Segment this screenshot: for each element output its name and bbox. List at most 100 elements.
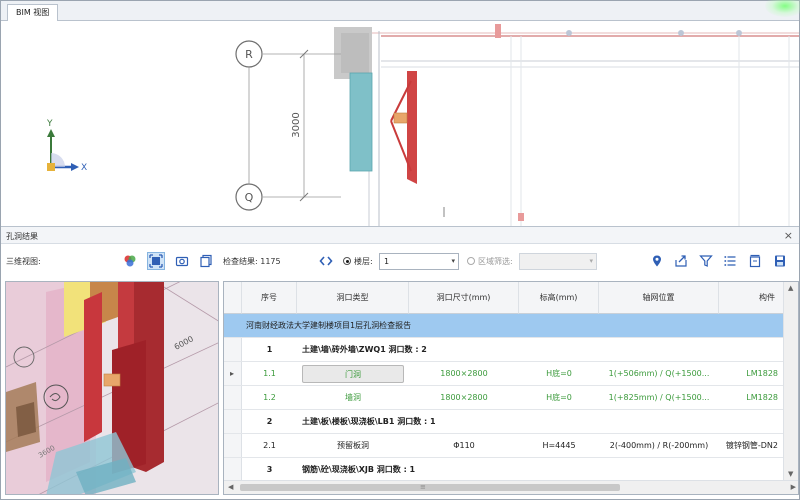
chevron-down-icon: ▾ <box>589 257 593 265</box>
row-number: 1.2 <box>263 393 276 402</box>
report-title: 河南财经政法大学建制楼项目1层孔洞检查报告 <box>246 321 412 330</box>
color-palette-icon[interactable] <box>121 252 139 270</box>
table-row[interactable]: ▸ 1.1 门洞 1800×2800 H底=0 1(+506mm) / Q(+1500..… <box>224 362 784 386</box>
header-row-marker <box>224 282 242 314</box>
horizontal-scroll-thumb[interactable] <box>240 484 620 491</box>
area-filter-radio[interactable] <box>467 257 475 265</box>
scroll-right-icon[interactable]: ▶ <box>791 483 796 491</box>
opening-size-cell: Φ110 <box>453 441 475 450</box>
opening-size-cell: 1800×2800 <box>440 393 488 402</box>
copy-window-icon[interactable] <box>197 252 215 270</box>
floor-select-value: 1 <box>384 257 390 266</box>
group-number: 1 <box>266 345 273 354</box>
panel-title: 孔洞结果 <box>6 232 38 241</box>
axis-position-cell: 1(+825mm) / Q(+1500... <box>608 393 710 402</box>
group-row[interactable]: 1 土建\墙\砖外墙\ZWQ1 洞口数 : 2 <box>224 338 784 362</box>
document-icon[interactable] <box>746 252 764 270</box>
gizmo-y-label: Y <box>46 119 53 129</box>
grid-node <box>678 30 684 36</box>
group-title: 土建\墙\砖外墙\ZWQ1 洞口数 : 2 <box>302 345 427 354</box>
row-marker[interactable] <box>224 338 242 361</box>
fit-view-icon[interactable] <box>147 252 165 270</box>
grid-node <box>736 30 742 36</box>
location-pin-icon[interactable] <box>648 252 666 270</box>
horizontal-scrollbar[interactable]: ◀ ≡ ▶ <box>224 480 798 494</box>
group-title: 土建\板\楼板\现浇板\LB1 洞口数 : 1 <box>302 417 436 426</box>
list-view-icon[interactable] <box>721 252 739 270</box>
group-row[interactable]: 2 土建\板\楼板\现浇板\LB1 洞口数 : 1 <box>224 410 784 434</box>
elevation-cell: H=4445 <box>542 441 576 450</box>
axis-position-cell: 2(-400mm) / R(-200mm) <box>609 441 709 450</box>
area-filter-label: 区域筛选: <box>478 257 513 266</box>
col-header-size[interactable]: 洞口尺寸(mm) <box>409 282 519 314</box>
group-number: 2 <box>266 417 273 426</box>
vertical-scrollbar[interactable]: ▲ ▼ <box>783 282 798 480</box>
corner-glow-decoration <box>765 0 800 17</box>
row-marker[interactable]: ▸ <box>224 362 242 385</box>
hole-result-table: 序号 洞口类型 洞口尺寸(mm) 标高(mm) 轴网位置 构件 河南财经政法大学… <box>223 281 799 495</box>
export-icon[interactable] <box>672 252 690 270</box>
axis-position-cell: 1(+506mm) / Q(+1500... <box>608 369 710 378</box>
wall-segment <box>350 73 372 171</box>
opening-type-cell: 墙洞 <box>345 393 361 402</box>
current-row-marker: ▸ <box>230 369 235 378</box>
group-row[interactable]: 3 钢筋\砼\现浇板\XJB 洞口数 : 1 <box>224 458 784 480</box>
opening-size-cell: 1800×2800 <box>440 369 488 378</box>
gizmo-y-arrow <box>47 129 55 137</box>
opening-marker[interactable] <box>393 112 408 124</box>
elevation-cell: H底=0 <box>546 393 572 402</box>
gizmo-origin <box>47 163 55 171</box>
result-toolbar: 三维视图: 检查结果: 1175 楼层: 1 ▾ 区域筛选: ▾ <box>1 244 799 278</box>
row-number: 1.1 <box>263 369 276 378</box>
row-marker[interactable] <box>224 410 242 433</box>
row-number: 2.1 <box>263 441 276 450</box>
table-row[interactable]: 1.2 墙洞 1800×2800 H底=0 1(+825mm) / Q(+1500...… <box>224 386 784 410</box>
report-title-row[interactable]: 河南财经政法大学建制楼项目1层孔洞检查报告 <box>224 314 784 338</box>
scroll-down-icon[interactable]: ▼ <box>788 470 793 478</box>
floor-radio[interactable] <box>343 257 351 265</box>
member-cell: LM1828 <box>746 369 778 378</box>
area-filter-select[interactable]: ▾ <box>519 253 597 270</box>
opening-type-cell[interactable]: 门洞 <box>302 365 404 383</box>
group-title: 钢筋\砼\现浇板\XJB 洞口数 : 1 <box>302 465 416 474</box>
col-header-no[interactable]: 序号 <box>242 282 297 314</box>
tab-bim-view[interactable]: BIM 视图 <box>7 4 59 21</box>
bim-plan-view[interactable]: R Q 3000 Y X <box>1 21 799 226</box>
table-body: 序号 洞口类型 洞口尺寸(mm) 标高(mm) 轴网位置 构件 河南财经政法大学… <box>224 282 784 480</box>
camera-icon[interactable] <box>173 252 191 270</box>
scroll-grip-icon: ≡ <box>420 483 426 491</box>
scroll-up-icon[interactable]: ▲ <box>788 284 793 292</box>
check-result-count: 检查结果: 1175 <box>223 257 281 266</box>
double-arrow-icon[interactable] <box>317 252 335 270</box>
gizmo-x-label: X <box>81 163 87 173</box>
table-row[interactable]: 2.1 预留板洞 Φ110 H=4445 2(-400mm) / R(-200mm) 镀锌… <box>224 434 784 458</box>
3d-model-drawing: 6000 3600 <box>6 282 218 494</box>
scroll-left-icon[interactable]: ◀ <box>228 483 233 491</box>
column-marker <box>495 24 501 38</box>
row-marker[interactable] <box>224 386 242 409</box>
close-icon[interactable]: × <box>784 229 793 242</box>
3d-preview-view[interactable]: 6000 3600 <box>5 281 219 495</box>
col-header-type[interactable]: 洞口类型 <box>297 282 409 314</box>
column-block-inner <box>341 33 369 73</box>
view3d-label: 三维视图: <box>6 257 41 266</box>
member-cell: 镀锌钢管-DN2 <box>725 441 778 450</box>
dimension-text: 3000 <box>291 112 302 137</box>
save-icon[interactable] <box>771 252 789 270</box>
col-header-axis[interactable]: 轴网位置 <box>599 282 719 314</box>
floor-select[interactable]: 1 ▾ <box>379 253 459 270</box>
plan-drawing: R Q 3000 Y X <box>46 24 799 226</box>
hole-result-panel-header: 孔洞结果 × <box>1 226 799 244</box>
row-marker[interactable] <box>224 458 242 480</box>
floor-label: 楼层: <box>354 257 373 266</box>
gizmo-x-arrow <box>71 163 79 171</box>
opening-type-cell: 预留板洞 <box>337 441 369 450</box>
group-number: 3 <box>266 465 273 474</box>
row-marker[interactable] <box>224 434 242 457</box>
grid-node <box>566 30 572 36</box>
filter-icon[interactable] <box>697 252 715 270</box>
col-header-member[interactable]: 构件 <box>719 282 784 314</box>
col-header-elevation[interactable]: 标高(mm) <box>519 282 599 314</box>
elevation-cell: H底=0 <box>546 369 572 378</box>
row-marker[interactable] <box>224 314 242 337</box>
